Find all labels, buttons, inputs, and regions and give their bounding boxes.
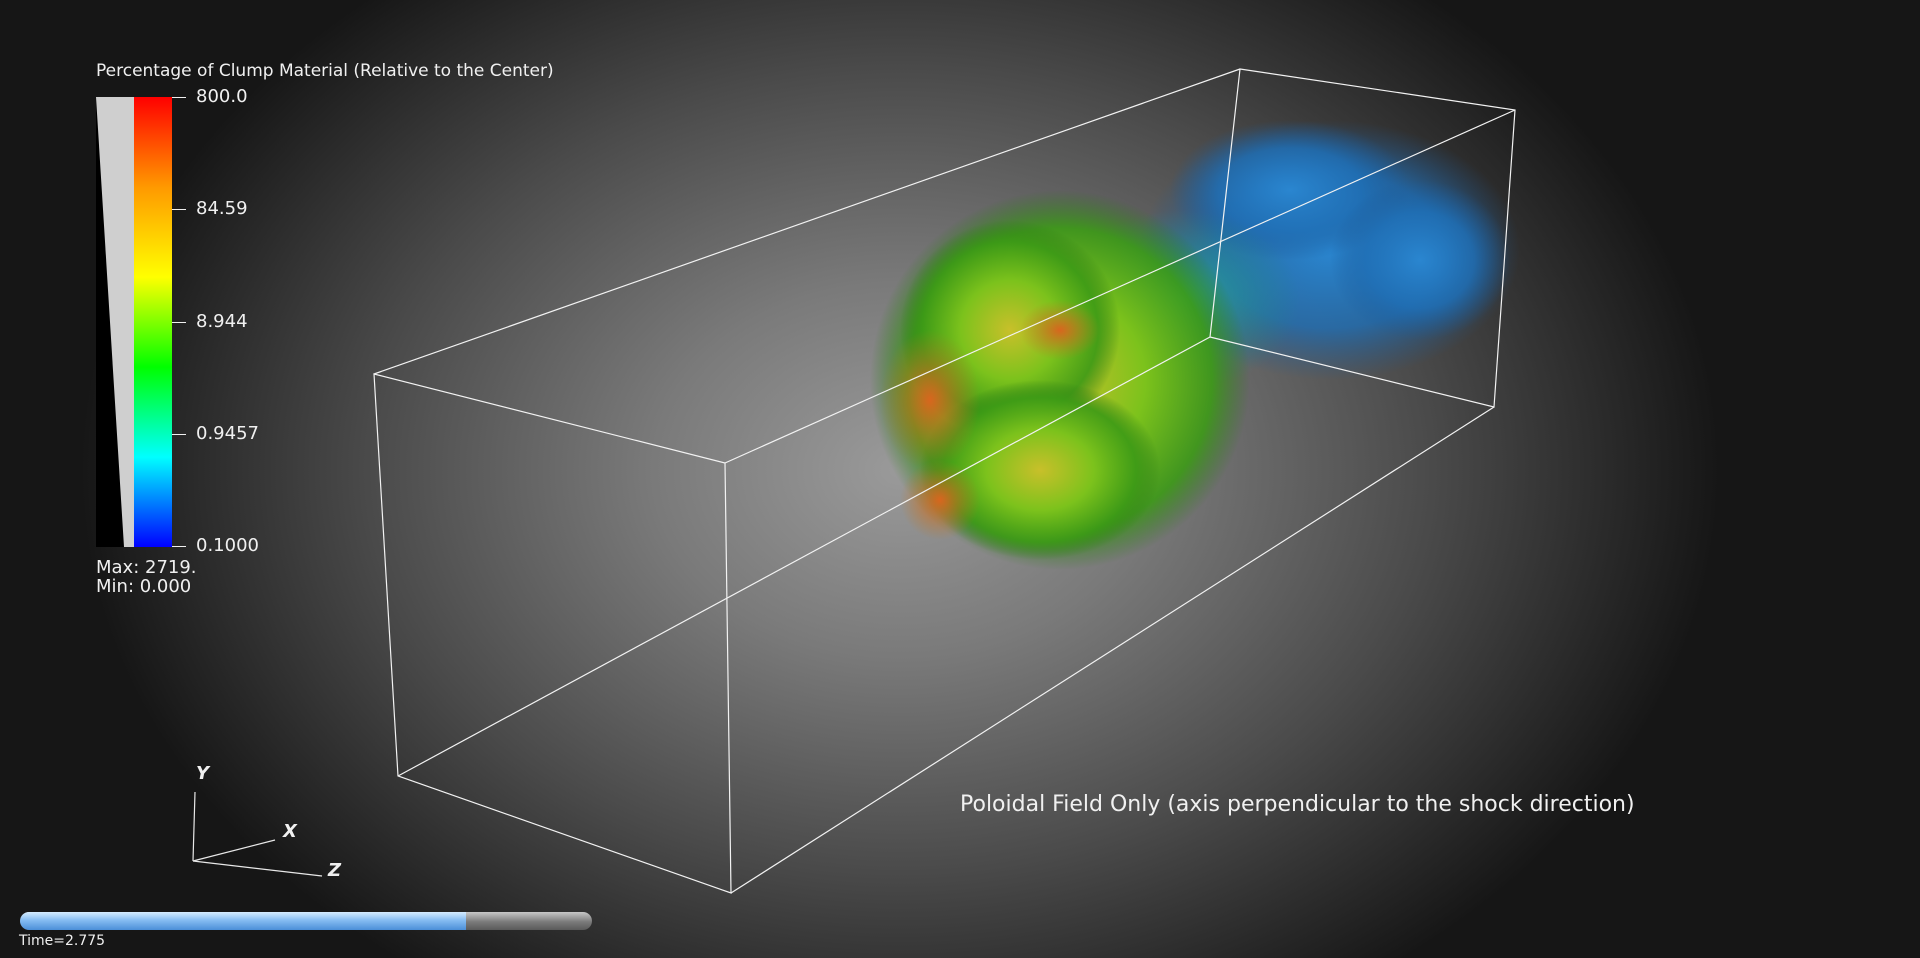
time-label: Time=2.775 (19, 933, 106, 949)
legend-tick-label: 800.0 (196, 86, 248, 107)
legend-tick-label: 8.944 (196, 311, 248, 332)
legend-tick-label: 84.59 (196, 198, 248, 219)
legend-max: Max: 2719. (96, 557, 197, 578)
orientation-axes (192, 791, 323, 877)
legend-tick (172, 546, 186, 547)
legend-range: Max: 2719. Min: 0.000 (96, 558, 197, 596)
legend-tick (172, 209, 186, 210)
legend-min: Min: 0.000 (96, 576, 192, 597)
axis-label-y: Y (196, 763, 210, 784)
legend-tick (172, 322, 186, 323)
opacity-ramp (96, 97, 134, 547)
time-slider[interactable] (20, 912, 592, 930)
legend-tick-label: 0.1000 (196, 535, 259, 556)
legend-tick-label: 0.9457 (196, 423, 259, 444)
time-slider-fill (20, 912, 467, 930)
color-ramp (134, 97, 172, 547)
legend-tick (172, 97, 186, 98)
legend-title: Percentage of Clump Material (Relative t… (96, 61, 554, 81)
legend-tick (172, 434, 186, 435)
axis-label-z: Z (328, 860, 342, 881)
axis-label-x: X (283, 821, 297, 842)
scene-caption: Poloidal Field Only (axis perpendicular … (960, 792, 1635, 817)
